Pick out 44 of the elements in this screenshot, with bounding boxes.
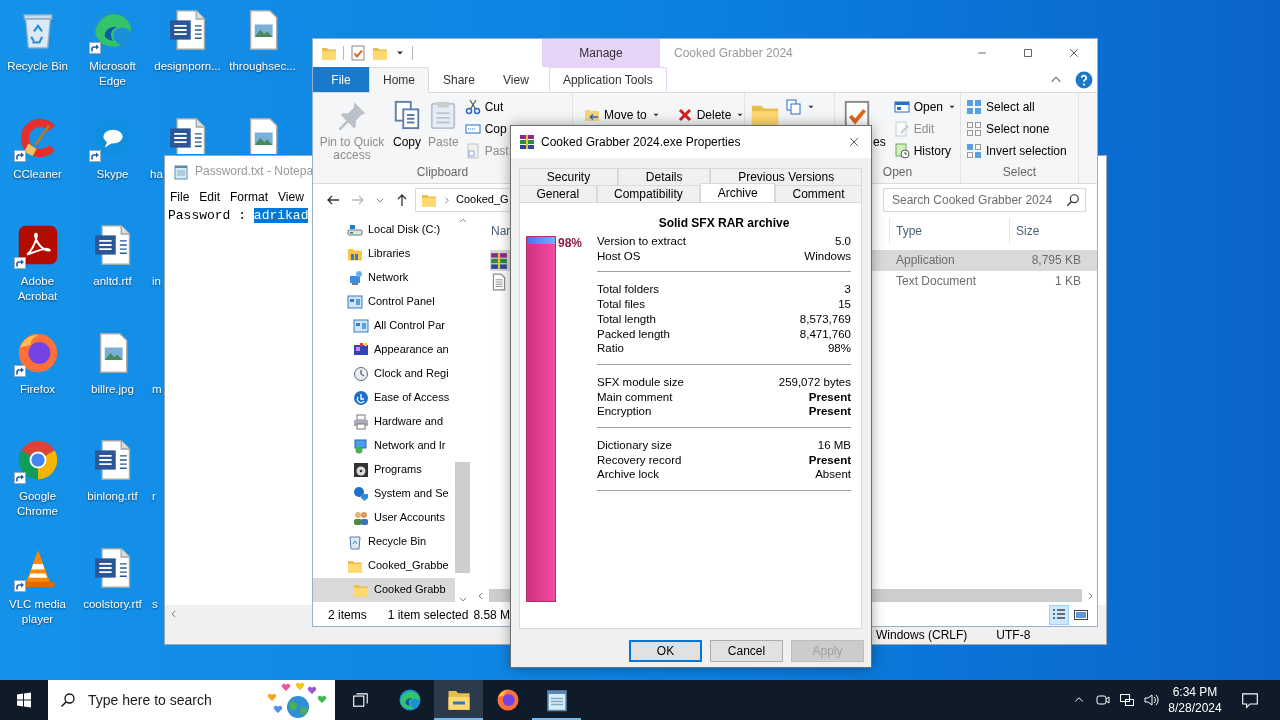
- table-cell-text: Text Document: [895, 274, 978, 289]
- property-value: 8,471,760: [799, 326, 851, 342]
- status-text: 2 items: [328, 607, 367, 623]
- table-cell-text: 1 KB: [1054, 274, 1082, 289]
- property-label: Dictionary size: [597, 438, 672, 453]
- property-value: Present: [808, 404, 851, 420]
- group-label: Clipboard: [416, 165, 469, 179]
- property-value: Present: [808, 389, 851, 405]
- group-label: Select: [1002, 165, 1037, 179]
- property-value: Windows: [804, 248, 851, 264]
- property-value: Absent: [815, 467, 851, 483]
- table-cell-text: 8,795 KB: [1030, 253, 1082, 268]
- property-label: Recovery record: [597, 452, 682, 468]
- property-label: Total folders: [597, 282, 659, 298]
- window-title: Cooked Grabber 2024: [673, 45, 794, 61]
- property-value: 16 MB: [817, 438, 851, 453]
- property-label: Archive lock: [597, 467, 659, 483]
- property-label: Host OS: [597, 248, 641, 264]
- property-label: Ratio: [597, 341, 624, 356]
- property-value: 3: [844, 282, 851, 298]
- archive-heading: Solid SFX RAR archive: [657, 215, 791, 231]
- ratio-label: 98%: [558, 236, 583, 250]
- status-text: UTF-8: [996, 628, 1031, 643]
- property-value: 98%: [827, 341, 851, 356]
- property-label: Encryption: [597, 404, 652, 420]
- status-text: 1 item selected: [387, 607, 469, 623]
- context-tab-header: Manage: [542, 39, 660, 67]
- property-value: 8,573,769: [799, 311, 851, 327]
- group-label: Open: [882, 165, 913, 179]
- status-text: Windows (CRLF): [876, 628, 968, 643]
- property-label: Total files: [597, 297, 645, 312]
- property-label: Version to extract: [597, 234, 686, 249]
- property-label: Main comment: [597, 389, 673, 405]
- dialog-title: Cooked Grabber 2024.exe Properties: [541, 134, 741, 150]
- property-value: Present: [808, 452, 851, 468]
- property-value: 259,072 bytes: [778, 374, 851, 390]
- property-value: 5.0: [835, 234, 851, 249]
- table-cell-text: Application: [895, 253, 956, 268]
- property-label: Packed length: [597, 326, 670, 342]
- window-title: Password.txt - Notepa: [195, 164, 314, 179]
- status-text: 8.58 M: [473, 607, 511, 623]
- property-label: Total length: [597, 311, 656, 327]
- property-value: 15: [838, 297, 851, 312]
- property-label: SFX module size: [597, 374, 684, 390]
